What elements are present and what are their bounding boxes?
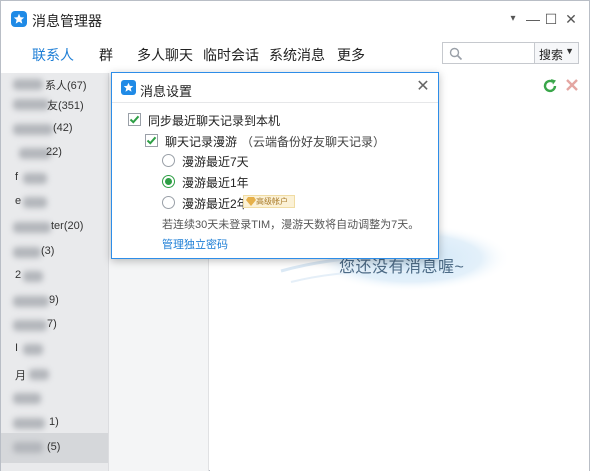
roaming-2-years-radio[interactable] — [162, 196, 175, 209]
tab-temp-session[interactable]: 临时会话 — [203, 45, 259, 65]
contact-label: 7) — [47, 318, 57, 330]
blurred-name — [13, 222, 51, 233]
roaming-note: （云端备份好友聊天记录） — [241, 135, 386, 149]
contact-label: 系人(67) — [45, 80, 87, 92]
minimize-button[interactable]: — — [524, 10, 542, 28]
contact-label: f — [15, 171, 19, 183]
contact-label: (3) — [41, 245, 55, 257]
contact-item[interactable]: (3) — [1, 241, 108, 265]
dialog-close-button[interactable]: ✕ — [415, 79, 431, 95]
close-button[interactable]: ✕ — [562, 10, 580, 28]
contact-item-selected[interactable]: (5) — [1, 433, 108, 463]
message-settings-dialog: 消息设置 ✕ 同步最近聊天记录到本机 聊天记录漫游 （云端备份好友聊天记录） 漫… — [111, 72, 439, 259]
sync-local-checkbox[interactable] — [128, 113, 141, 126]
blurred-name — [13, 247, 41, 258]
roaming-1-year-radio[interactable] — [162, 175, 175, 188]
contact-label: 22) — [46, 146, 62, 158]
search-scope-select[interactable]: 搜索 ▼ — [535, 42, 579, 64]
contact-item[interactable]: I — [1, 338, 108, 362]
contact-label: ter(20) — [51, 220, 84, 232]
manage-password-link[interactable]: 管理独立密码 — [162, 236, 228, 252]
star-logo-icon — [11, 11, 27, 27]
contact-item[interactable]: 2 — [1, 265, 108, 289]
contact-item[interactable]: e — [1, 191, 108, 215]
delete-icon[interactable] — [565, 78, 579, 92]
search-scope-label: 搜索 — [539, 48, 564, 62]
tab-contacts[interactable]: 联系人 — [32, 45, 74, 65]
premium-badge: 高级帐户 — [243, 195, 295, 208]
title-bar[interactable]: 消息管理器 ▾ — ☐ ✕ — [1, 1, 589, 37]
blurred-name — [13, 124, 53, 135]
blurred-name — [13, 99, 49, 110]
search-input[interactable] — [442, 42, 535, 64]
tab-multi-chat[interactable]: 多人聊天 — [137, 45, 193, 65]
roaming-1-year-label[interactable]: 漫游最近1年 — [182, 174, 249, 191]
roaming-notice: 若连续30天未登录TIM，漫游天数将自动调整为7天。 — [162, 219, 420, 231]
tab-groups[interactable]: 群 — [99, 45, 113, 65]
blurred-name — [13, 79, 43, 90]
contact-label: 9) — [49, 294, 59, 306]
sync-local-label[interactable]: 同步最近聊天记录到本机 — [148, 112, 280, 129]
contact-item[interactable]: 友(351) — [1, 93, 108, 117]
contact-item[interactable] — [1, 387, 108, 411]
contact-label: 2 — [15, 269, 22, 281]
blurred-name — [23, 197, 47, 208]
blurred-name — [13, 393, 41, 404]
blurred-name — [23, 271, 43, 282]
blurred-name — [23, 344, 43, 355]
contact-item[interactable]: (42) — [1, 118, 108, 142]
blurred-name — [13, 320, 47, 331]
tab-more[interactable]: 更多 — [337, 45, 365, 65]
message-manager-window: 消息管理器 ▾ — ☐ ✕ 联系人 群 多人聊天 临时会话 系统消息 更多 搜索… — [0, 0, 590, 471]
search-icon — [449, 47, 463, 61]
contact-label: 友(351) — [47, 100, 84, 112]
chevron-down-icon: ▼ — [565, 46, 574, 56]
contact-label: 1) — [49, 416, 59, 428]
tab-system-messages[interactable]: 系统消息 — [269, 45, 325, 65]
star-logo-icon — [121, 80, 136, 95]
contact-item[interactable]: 22) — [1, 142, 108, 166]
contact-sidebar[interactable]: 系人(67) 友(351) (42) 22) f e ter(20) (3) 2… — [1, 73, 109, 471]
roaming-7-days-radio[interactable] — [162, 154, 175, 167]
blurred-name — [13, 296, 49, 307]
contact-label: 月 — [15, 370, 26, 382]
contact-item[interactable]: 9) — [1, 290, 108, 314]
contact-item[interactable]: ter(20) — [1, 216, 108, 240]
dialog-title: 消息设置 — [140, 84, 193, 99]
roaming-2-years-label[interactable]: 漫游最近2年 — [182, 195, 249, 212]
blurred-name — [23, 173, 47, 184]
diamond-icon — [246, 197, 256, 206]
blurred-name — [13, 442, 43, 453]
contact-label: I — [15, 342, 19, 354]
contact-label: (42) — [53, 122, 73, 134]
window-title: 消息管理器 — [32, 13, 102, 29]
blurred-name — [29, 369, 49, 380]
contact-label: (5) — [47, 441, 61, 453]
maximize-button[interactable]: ☐ — [542, 10, 560, 28]
dialog-header[interactable]: 消息设置 ✕ — [112, 73, 438, 103]
roaming-checkbox[interactable] — [145, 134, 158, 147]
roaming-7-days-label[interactable]: 漫游最近7天 — [182, 153, 249, 170]
contact-item[interactable]: 7) — [1, 314, 108, 338]
blurred-name — [13, 418, 45, 429]
contact-item[interactable]: 月 — [1, 363, 108, 387]
contact-label: e — [15, 195, 22, 207]
contact-item[interactable]: f — [1, 167, 108, 191]
menu-dropdown-button[interactable]: ▾ — [504, 10, 522, 28]
refresh-icon[interactable] — [542, 78, 558, 94]
roaming-label[interactable]: 聊天记录漫游 — [165, 133, 237, 150]
premium-badge-label: 高级帐户 — [256, 197, 288, 206]
